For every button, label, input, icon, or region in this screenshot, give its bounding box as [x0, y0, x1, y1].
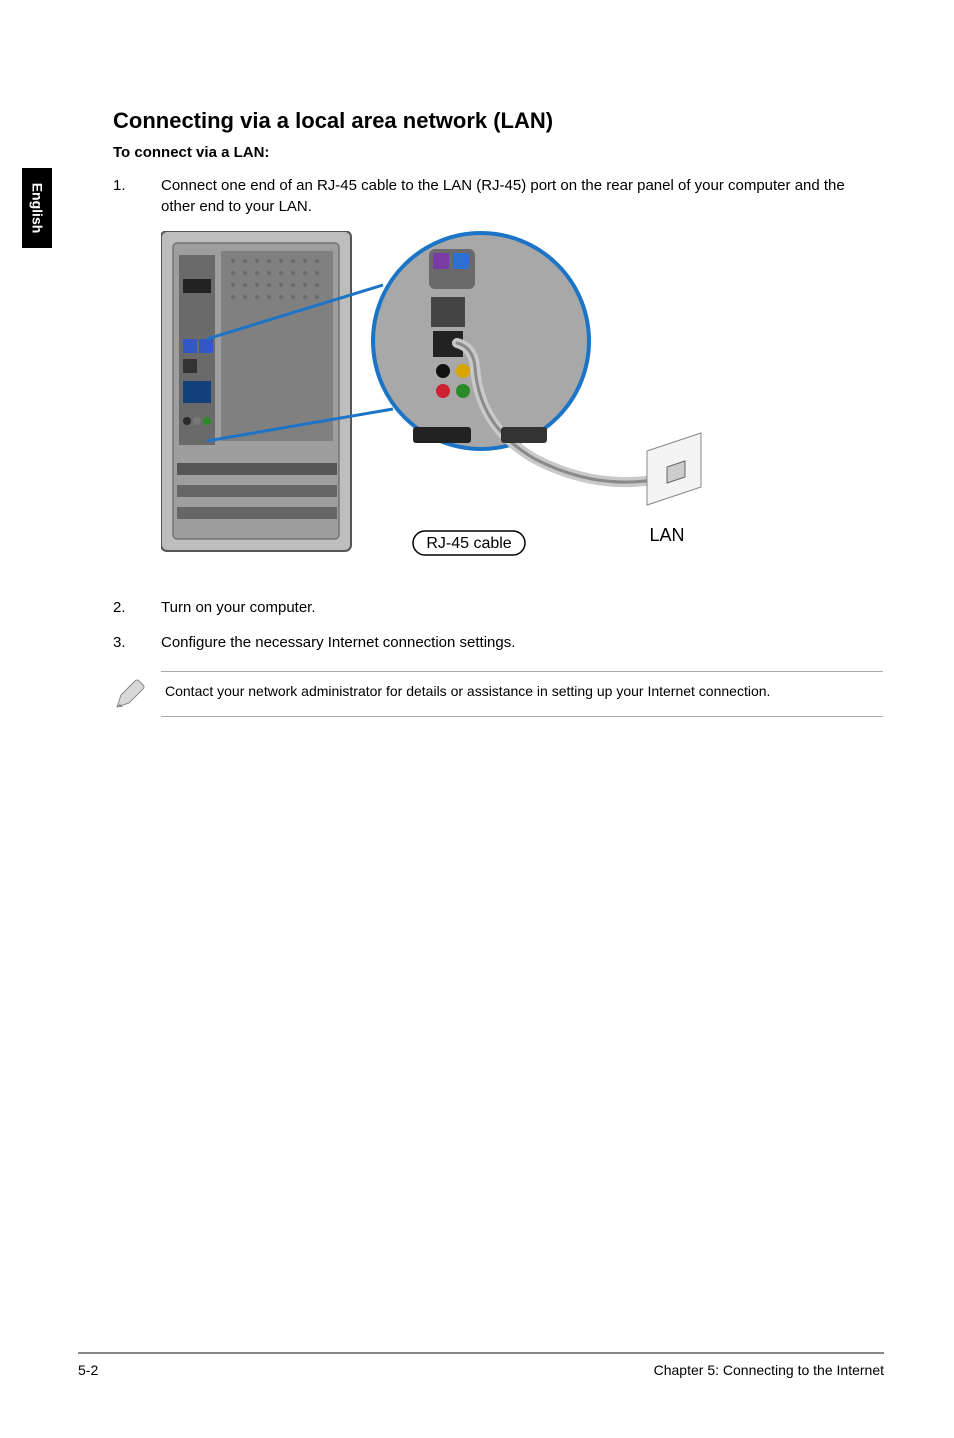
instruction-list: 1. Connect one end of an RJ-45 cable to … [113, 175, 883, 217]
page-content: Connecting via a local area network (LAN… [113, 108, 883, 717]
step-text: Turn on your computer. [161, 597, 883, 618]
port-a [183, 339, 197, 353]
callout-circle [373, 233, 589, 449]
step-2: 2. Turn on your computer. [113, 597, 883, 618]
audio-1 [183, 417, 191, 425]
step-number: 2. [113, 597, 161, 618]
vent-area [221, 251, 333, 441]
note-block: Contact your network administrator for d… [113, 671, 883, 717]
step-text: Configure the necessary Internet connect… [161, 632, 883, 653]
callout-usb-block [413, 427, 471, 443]
ps2-b [453, 253, 469, 269]
callout-port-block [431, 297, 465, 327]
step-number: 3. [113, 632, 161, 653]
power-socket [183, 279, 211, 293]
page-footer: 5-2 Chapter 5: Connecting to the Interne… [78, 1352, 884, 1378]
step-text: Connect one end of an RJ-45 cable to the… [161, 175, 883, 217]
note-text: Contact your network administrator for d… [161, 671, 883, 717]
section-subheading: To connect via a LAN: [113, 144, 883, 161]
callout-audio-4 [456, 384, 470, 398]
wall-jack [647, 433, 701, 505]
page-number: 5-2 [78, 1362, 98, 1378]
rj45-label: RJ-45 cable [426, 535, 511, 552]
port-c [183, 359, 197, 373]
ps2-a [433, 253, 449, 269]
step-number: 1. [113, 175, 161, 217]
vga-port [183, 381, 211, 403]
language-tab: English [22, 168, 52, 248]
slot-1 [177, 463, 337, 475]
chapter-label: Chapter 5: Connecting to the Internet [654, 1362, 884, 1378]
language-label: English [29, 183, 45, 234]
slot-3 [177, 507, 337, 519]
step-1: 1. Connect one end of an RJ-45 cable to … [113, 175, 883, 217]
step-3: 3. Configure the necessary Internet conn… [113, 632, 883, 653]
connection-diagram: RJ-45 cable LAN [161, 231, 883, 561]
callout-hdmi [501, 427, 547, 443]
instruction-list-cont: 2. Turn on your computer. 3. Configure t… [113, 597, 883, 653]
diagram-svg: RJ-45 cable LAN [161, 231, 721, 561]
audio-2 [193, 417, 201, 425]
slot-2 [177, 485, 337, 497]
port-b [199, 339, 213, 353]
callout-audio-3 [436, 384, 450, 398]
callout-audio-1 [436, 364, 450, 378]
callout-audio-2 [456, 364, 470, 378]
audio-3 [203, 417, 211, 425]
lan-label: LAN [649, 525, 684, 545]
note-icon [113, 671, 161, 716]
section-heading: Connecting via a local area network (LAN… [113, 108, 883, 134]
pencil-icon [113, 677, 147, 711]
